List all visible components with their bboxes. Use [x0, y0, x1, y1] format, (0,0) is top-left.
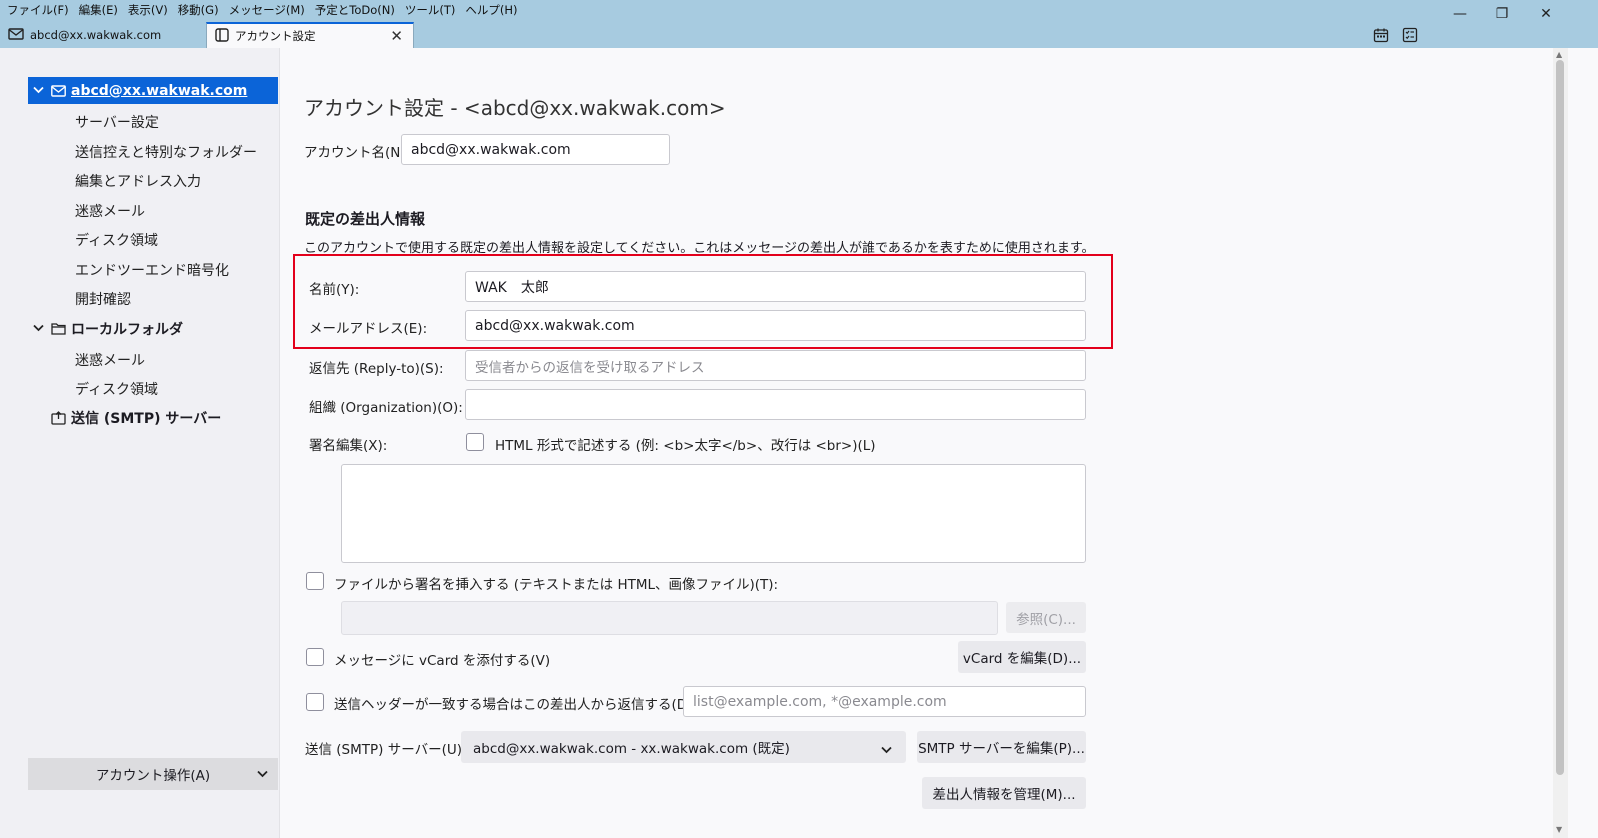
signature-label: 署名編集(X): — [309, 438, 388, 454]
organization-label: 組織 (Organization)(O): — [309, 400, 463, 416]
signature-file-label: ファイルから署名を挿入する (テキストまたは HTML、画像ファイル)(T): — [334, 577, 779, 593]
tree-account[interactable]: abcd@xx.wakwak.com — [28, 77, 278, 104]
vertical-scrollbar[interactable]: ▲ ▼ — [1553, 48, 1568, 838]
tab-account-settings-label: アカウント設定 — [235, 29, 316, 43]
minimize-button[interactable]: — — [1440, 2, 1480, 26]
menu-tools[interactable]: ツール(T) — [400, 0, 461, 20]
chevron-down-icon[interactable] — [33, 84, 45, 97]
account-tree-sidebar: abcd@xx.wakwak.com サーバー設定 送信控えと特別なフォルダー … — [0, 48, 280, 838]
scroll-up-icon[interactable]: ▲ — [1556, 50, 1562, 59]
smtp-label: 送信 (SMTP) サーバー(U): — [305, 742, 467, 758]
title-bar: ファイル(F) 編集(E) 表示(V) 移動(G) メッセージ(M) 予定とTo… — [0, 0, 1598, 48]
menu-file[interactable]: ファイル(F) — [2, 0, 74, 20]
account-actions-button[interactable]: アカウント操作(A) — [28, 758, 278, 790]
tab-account-settings[interactable]: アカウント設定 ✕ — [206, 22, 414, 48]
account-name-label: アカウント名(N): — [304, 145, 411, 161]
menu-message[interactable]: メッセージ(M) — [224, 0, 310, 20]
page-title: アカウント設定 - <abcd@xx.wakwak.com> — [304, 96, 726, 120]
signature-file-checkbox[interactable] — [306, 572, 324, 590]
email-input[interactable]: abcd@xx.wakwak.com — [465, 310, 1086, 341]
chevron-down-icon — [257, 768, 268, 781]
tree-item-copies-folders[interactable]: 送信控えと特別なフォルダー — [75, 142, 257, 162]
html-signature-checkbox-label: HTML 形式で記述する (例: <b>太字</b>、改行は <br>)(L) — [495, 438, 876, 454]
signature-file-path-input — [341, 601, 998, 635]
tree-account-label: abcd@xx.wakwak.com — [71, 82, 248, 99]
chevron-down-icon[interactable] — [33, 322, 45, 335]
reply-header-input[interactable]: list@example.com, *@example.com — [683, 686, 1086, 717]
browse-button: 参照(C)... — [1006, 602, 1086, 633]
email-label: メールアドレス(E): — [309, 321, 428, 337]
tasks-icon[interactable] — [1402, 27, 1418, 43]
outbox-icon — [51, 410, 67, 425]
account-settings-panel: アカウント設定 - <abcd@xx.wakwak.com> アカウント名(N)… — [280, 48, 1552, 838]
scrollbar-thumb[interactable] — [1556, 60, 1564, 775]
tree-smtp-servers[interactable]: 送信 (SMTP) サーバー — [28, 404, 278, 431]
tree-item-composition[interactable]: 編集とアドレス入力 — [75, 171, 201, 191]
html-signature-checkbox[interactable] — [466, 433, 484, 451]
close-tab-icon[interactable]: ✕ — [390, 27, 403, 45]
vcard-checkbox[interactable] — [306, 648, 324, 666]
edit-smtp-button[interactable]: SMTP サーバーを編集(P)... — [917, 731, 1086, 763]
mail-account-icon — [51, 84, 67, 97]
tree-item-disk-space[interactable]: ディスク領域 — [75, 230, 158, 250]
folder-icon — [51, 322, 67, 335]
menu-go[interactable]: 移動(G) — [173, 0, 224, 20]
name-input[interactable]: WAK 太郎 — [465, 271, 1086, 302]
manage-identities-button[interactable]: 差出人情報を管理(M)... — [922, 777, 1086, 809]
tree-item-local-junk[interactable]: 迷惑メール — [75, 350, 145, 370]
scroll-down-icon[interactable]: ▼ — [1556, 825, 1562, 834]
tree-item-e2e-encryption[interactable]: エンドツーエンド暗号化 — [75, 260, 229, 280]
menu-events-tasks[interactable]: 予定とToDo(N) — [310, 0, 400, 20]
tree-item-return-receipts[interactable]: 開封確認 — [75, 289, 131, 309]
vcard-checkbox-label: メッセージに vCard を添付する(V) — [334, 653, 551, 669]
edit-vcard-button[interactable]: vCard を編集(D)... — [958, 641, 1086, 673]
menu-help[interactable]: ヘルプ(H) — [460, 0, 522, 20]
replyto-input[interactable]: 受信者からの返信を受け取るアドレス — [465, 350, 1086, 381]
settings-tab-icon — [215, 27, 229, 45]
name-label: 名前(Y): — [309, 282, 360, 298]
smtp-select[interactable]: abcd@xx.wakwak.com - xx.wakwak.com (既定) — [461, 731, 906, 763]
signature-textarea[interactable] — [341, 464, 1086, 563]
tab-mail-label: abcd@xx.wakwak.com — [30, 28, 162, 42]
tree-smtp-label: 送信 (SMTP) サーバー — [71, 410, 222, 427]
tree-local-folders-label: ローカルフォルダ — [71, 321, 183, 338]
account-actions-label: アカウント操作(A) — [95, 768, 211, 784]
reply-header-label: 送信ヘッダーが一致する場合はこの差出人から返信する(D): — [334, 697, 697, 713]
close-window-button[interactable]: ✕ — [1526, 2, 1566, 26]
menu-view[interactable]: 表示(V) — [123, 0, 173, 20]
menu-edit[interactable]: 編集(E) — [74, 0, 123, 20]
tree-local-folders[interactable]: ローカルフォルダ — [28, 315, 278, 342]
reply-header-checkbox[interactable] — [306, 693, 324, 711]
restore-button[interactable]: ❐ — [1482, 2, 1522, 26]
replyto-label: 返信先 (Reply-to)(S): — [309, 361, 444, 377]
tree-item-server-settings[interactable]: サーバー設定 — [75, 112, 159, 132]
tab-mail[interactable]: abcd@xx.wakwak.com — [0, 22, 205, 48]
smtp-select-value: abcd@xx.wakwak.com - xx.wakwak.com (既定) — [473, 741, 790, 757]
tree-item-local-disk-space[interactable]: ディスク領域 — [75, 379, 158, 399]
calendar-icon[interactable] — [1373, 27, 1389, 43]
identity-heading: 既定の差出人情報 — [305, 210, 426, 228]
menu-bar: ファイル(F) 編集(E) 表示(V) 移動(G) メッセージ(M) 予定とTo… — [2, 0, 522, 20]
organization-input[interactable] — [465, 389, 1086, 420]
chevron-down-icon — [881, 742, 892, 758]
tree-item-junk[interactable]: 迷惑メール — [75, 201, 145, 221]
account-name-input[interactable]: abcd@xx.wakwak.com — [401, 134, 670, 165]
mail-tab-icon — [8, 27, 24, 44]
